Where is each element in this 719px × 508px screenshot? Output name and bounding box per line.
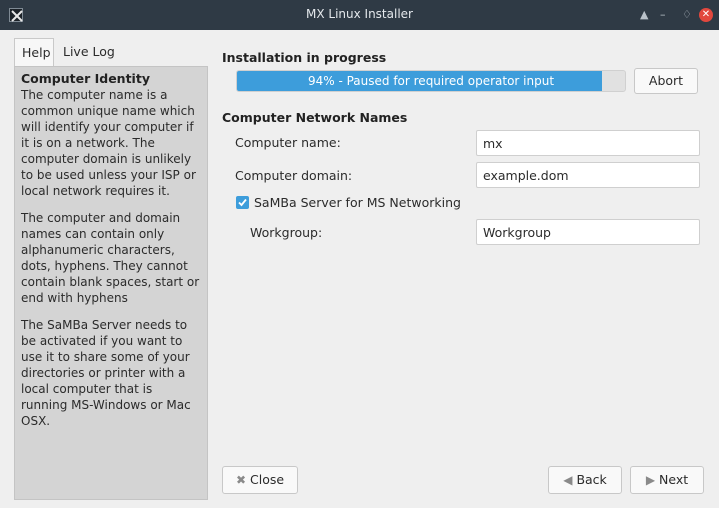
close-button-label: Close: [250, 472, 285, 487]
close-window-icon[interactable]: ✕: [699, 8, 713, 22]
window-title: MX Linux Installer: [306, 7, 413, 21]
back-button[interactable]: ◀ Back: [548, 466, 622, 494]
workgroup-input[interactable]: [476, 219, 700, 245]
tab-live-log[interactable]: Live Log: [56, 38, 122, 66]
back-arrow-icon: ◀: [563, 473, 573, 487]
workgroup-label: Workgroup:: [250, 225, 323, 240]
help-paragraph-3: The SaMBa Server needs to be activated i…: [21, 318, 191, 428]
main-content: Installation in progress 94% - Paused fo…: [220, 38, 705, 500]
installation-progress-title: Installation in progress: [222, 50, 387, 65]
tab-help[interactable]: Help: [14, 38, 54, 66]
computer-name-input[interactable]: [476, 130, 700, 156]
close-button[interactable]: ✖ Close: [222, 466, 298, 494]
window-titlebar: MX Linux Installer ▲ – ♢ ✕: [0, 0, 719, 30]
minimize-icon[interactable]: –: [660, 8, 666, 22]
next-button[interactable]: ▶ Next: [630, 466, 704, 494]
computer-name-label: Computer name:: [235, 135, 341, 150]
maximize-icon[interactable]: ♢: [682, 8, 692, 22]
computer-domain-input[interactable]: [476, 162, 700, 188]
samba-label[interactable]: SaMBa Server for MS Networking: [254, 195, 461, 210]
close-icon: ✖: [235, 473, 246, 487]
help-text-area: Computer Identity The computer name is a…: [14, 66, 208, 500]
shade-icon[interactable]: ▲: [640, 8, 648, 22]
computer-domain-label: Computer domain:: [235, 168, 353, 183]
network-names-title: Computer Network Names: [222, 110, 408, 125]
next-button-label: Next: [659, 472, 689, 487]
help-panel: Help Live Log Computer Identity The comp…: [14, 38, 208, 500]
installation-progress-bar: 94% - Paused for required operator input: [236, 70, 626, 92]
help-paragraph-1: The computer name is a common unique nam…: [21, 88, 196, 198]
abort-button[interactable]: Abort: [634, 68, 698, 94]
back-button-label: Back: [576, 472, 607, 487]
help-tabs: Help Live Log: [14, 38, 208, 66]
help-heading: Computer Identity: [21, 71, 150, 86]
help-paragraph-2: The computer and domain names can contai…: [21, 211, 200, 305]
progress-text: 94% - Paused for required operator input: [307, 74, 555, 88]
next-arrow-icon: ▶: [645, 473, 656, 487]
samba-checkbox[interactable]: [236, 196, 249, 209]
